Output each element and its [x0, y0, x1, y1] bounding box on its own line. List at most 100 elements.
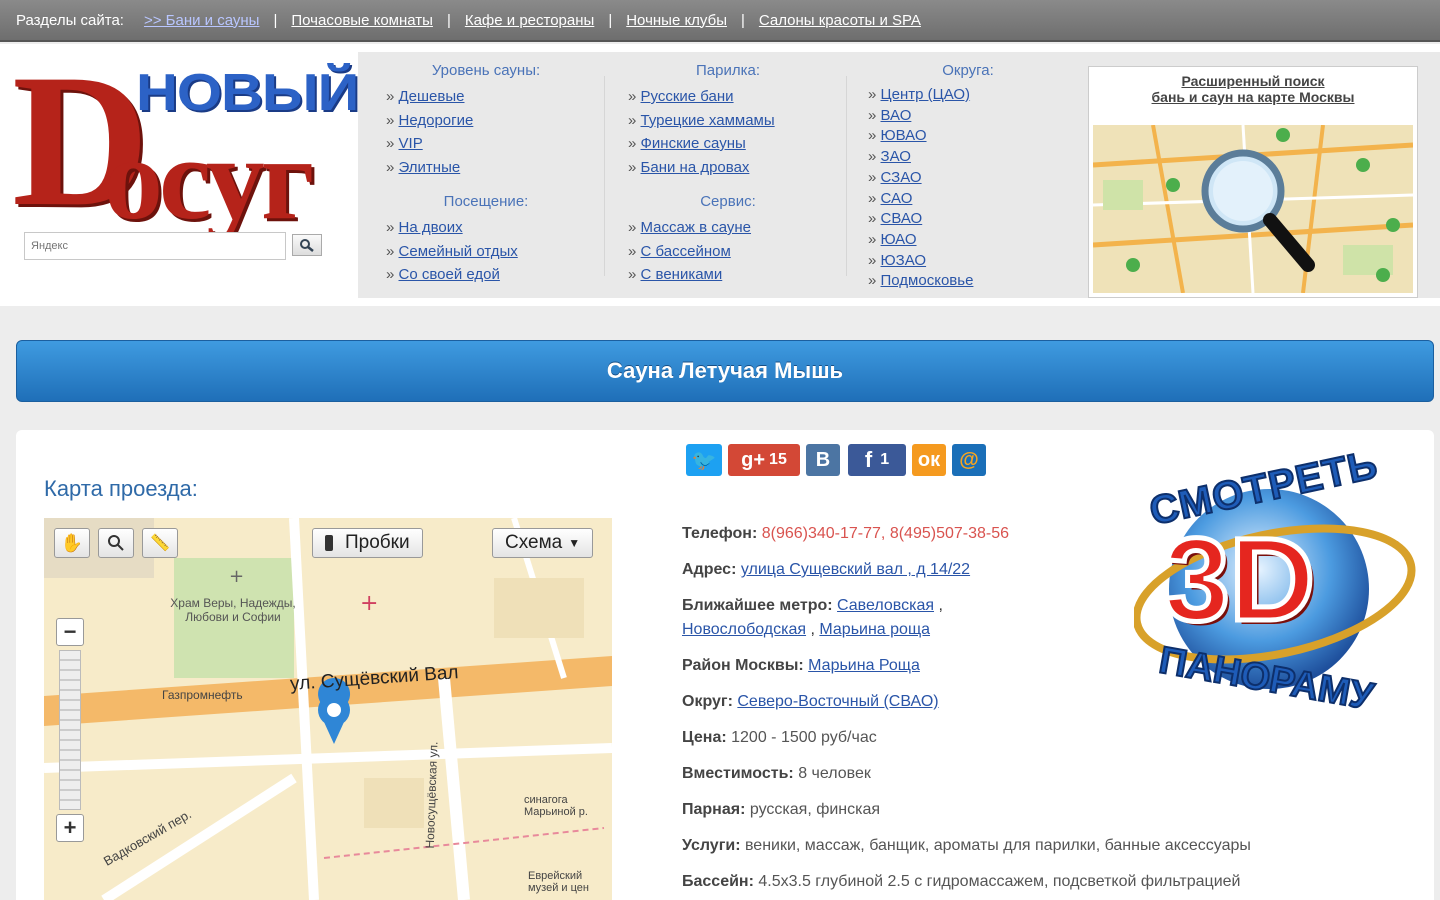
twitter-share-button[interactable]: 🐦 [686, 444, 722, 476]
menu-column-districts: Округа: Центр (ЦАО) ВАО ЮВАО ЗАО СЗАО СА… [868, 62, 1068, 292]
zoom-track[interactable] [59, 650, 81, 810]
nav-link-hourly-rooms[interactable]: Почасовые комнаты [291, 12, 433, 29]
traffic-button[interactable]: Пробки [312, 528, 423, 558]
map-zoom-tool[interactable] [98, 528, 134, 558]
zoom-in-button[interactable]: + [56, 814, 84, 842]
menu-link-cheap[interactable]: Дешевые [399, 88, 465, 105]
map-search-link-line2[interactable]: бань и саун на карте Москвы [1089, 89, 1417, 105]
route-map[interactable]: + + ✋ 📏 Пробки Схема ▼ − + ул. Сущёвский… [44, 518, 612, 900]
map-search-image[interactable] [1093, 125, 1413, 293]
ruler-icon: 📏 [150, 535, 170, 552]
facebook-share-button[interactable]: f 1 [848, 444, 906, 476]
zoom-out-button[interactable]: − [56, 618, 84, 646]
nav-separator: | [446, 11, 451, 29]
site-logo[interactable]: D осуг новый [12, 46, 359, 244]
map-zoom-slider[interactable]: − + [56, 618, 84, 848]
metro-link-maryina-roshcha[interactable]: Марьина роща [819, 621, 930, 638]
detail-metro-cont: Новослободская , Марьина роща [682, 621, 931, 638]
address-label: Адрес: [682, 561, 737, 578]
district-link-vao[interactable]: ВАО [881, 107, 912, 124]
search-input[interactable] [24, 232, 286, 260]
metro-link-savelovskaya[interactable]: Савеловская [837, 597, 934, 614]
capacity-label: Вместимость: [682, 765, 794, 782]
services-label: Услуги: [682, 837, 741, 854]
search-button[interactable] [292, 234, 322, 256]
menu-link-own-food[interactable]: Со своей едой [399, 266, 500, 283]
menu-link-elite[interactable]: Элитные [399, 159, 461, 176]
menu-link-wood-baths[interactable]: Бани на дровах [641, 159, 750, 176]
menu-link-massage[interactable]: Массаж в сауне [641, 219, 752, 236]
menu-link-for-two[interactable]: На двоих [399, 219, 463, 236]
okrug-label: Округ: [682, 693, 733, 710]
vk-share-button[interactable]: B [806, 444, 840, 476]
nav-link-beauty-spa[interactable]: Салоны красоты и SPA [759, 12, 921, 29]
traffic-label: Пробки [345, 532, 410, 553]
menu-link-brooms[interactable]: С вениками [641, 266, 723, 283]
map-type-select[interactable]: Схема ▼ [492, 528, 594, 558]
menu-link-vip[interactable]: VIP [399, 135, 423, 152]
pool-value: 4.5х3.5 глубиной 2.5 с гидромассажем, по… [758, 873, 1241, 890]
district-link-podmoskovie[interactable]: Подмосковье [881, 272, 974, 289]
map-search-link-line1[interactable]: Расширенный поиск [1089, 73, 1417, 89]
detail-address: Адрес: улица Сущевский вал , д 14/22 [682, 558, 970, 582]
sauna-card: Карта проезда: + + ✋ 📏 Пробки Схема ▼ − … [16, 430, 1434, 900]
gplus-icon: g+ [741, 448, 766, 471]
district-link-szao[interactable]: СЗАО [881, 169, 922, 186]
menu-link-finnish-saunas[interactable]: Финские сауны [641, 135, 746, 152]
metro-label: Ближайшее метро: [682, 597, 833, 614]
district-link-cao[interactable]: Центр (ЦАО) [881, 86, 971, 103]
district-link-svao[interactable]: СВАО [881, 210, 923, 227]
nav-link-baths[interactable]: >> Бани и сауны [144, 12, 260, 29]
detail-metro: Ближайшее метро: Савеловская , [682, 597, 943, 614]
menu-link-inexpensive[interactable]: Недорогие [399, 112, 474, 129]
menu-link-hammams[interactable]: Турецкие хаммамы [641, 112, 775, 129]
panorama-3d-button[interactable]: СМОТРЕТЬ 3D ПАНОРАМУ [1132, 441, 1424, 724]
nav-separator: | [608, 11, 613, 29]
map-ruler-tool[interactable]: 📏 [142, 528, 178, 558]
detail-pool: Бассейн: 4.5х3.5 глубиной 2.5 с гидромас… [682, 870, 1240, 894]
svg-text:+: + [229, 566, 244, 587]
district-link[interactable]: Марьина Роща [808, 657, 920, 674]
magnifier-icon [108, 535, 124, 551]
menu-column-steam: Парилка: Русские бани Турецкие хаммамы Ф… [628, 62, 828, 287]
map-hand-tool[interactable]: ✋ [54, 528, 90, 558]
map-thumbnail-graphic [1093, 125, 1413, 293]
mail-share-button[interactable]: @ [952, 444, 986, 476]
address-link[interactable]: улица Сущевский вал , д 14/22 [741, 561, 970, 578]
odnoklassniki-share-button[interactable]: ок [912, 444, 946, 476]
gplus-share-button[interactable]: g+ 15 [728, 444, 800, 476]
chevron-down-icon: ▼ [568, 536, 581, 550]
okrug-link[interactable]: Северо-Восточный (СВАО) [737, 693, 938, 710]
nav-link-cafes[interactable]: Кафе и рестораны [465, 12, 594, 29]
map-place-church: Храм Веры, Надежды, Любови и Софии [170, 596, 296, 624]
map-search-box[interactable]: Расширенный поиск бань и саун на карте М… [1088, 66, 1418, 298]
site-header: D осуг новый Уровень сауны: Дешевые Недо… [0, 44, 1440, 306]
traffic-light-icon [325, 535, 333, 551]
menu-link-pool[interactable]: С бассейном [641, 243, 731, 260]
detail-price: Цена: 1200 - 1500 руб/час [682, 726, 877, 750]
district-link-zao[interactable]: ЗАО [881, 148, 911, 165]
district-link-yuzao[interactable]: ЮЗАО [881, 252, 927, 269]
district-link-sao[interactable]: САО [881, 190, 913, 207]
detail-okrug: Округ: Северо-Восточный (СВАО) [682, 690, 939, 714]
menu-link-russian-baths[interactable]: Русские бани [641, 88, 734, 105]
facebook-icon: f [864, 447, 873, 472]
vk-icon: B [815, 448, 831, 471]
district-link-yuvao[interactable]: ЮВАО [881, 127, 927, 144]
nav-link-night-clubs[interactable]: Ночные клубы [626, 12, 727, 29]
map-type-label: Схема [505, 532, 563, 553]
facebook-count: 1 [880, 451, 890, 468]
district-label: Район Москвы: [682, 657, 804, 674]
nav-separator: | [740, 11, 745, 29]
hand-icon: ✋ [60, 532, 84, 553]
phone-value[interactable]: 8(966)340-17-77, 8(495)507-38-56 [762, 525, 1009, 542]
map-heading: Карта проезда: [44, 476, 198, 501]
price-value: 1200 - 1500 руб/час [731, 729, 877, 746]
menu-link-family[interactable]: Семейный отдых [399, 243, 518, 260]
district-link-yuao[interactable]: ЮАО [881, 231, 917, 248]
menu-heading-districts: Округа: [942, 62, 994, 79]
detail-district: Район Москвы: Марьина Роща [682, 654, 920, 678]
phone-label: Телефон: [682, 525, 758, 542]
metro-link-novoslobodskaya[interactable]: Новослободская [682, 621, 806, 638]
search-icon [300, 239, 314, 252]
